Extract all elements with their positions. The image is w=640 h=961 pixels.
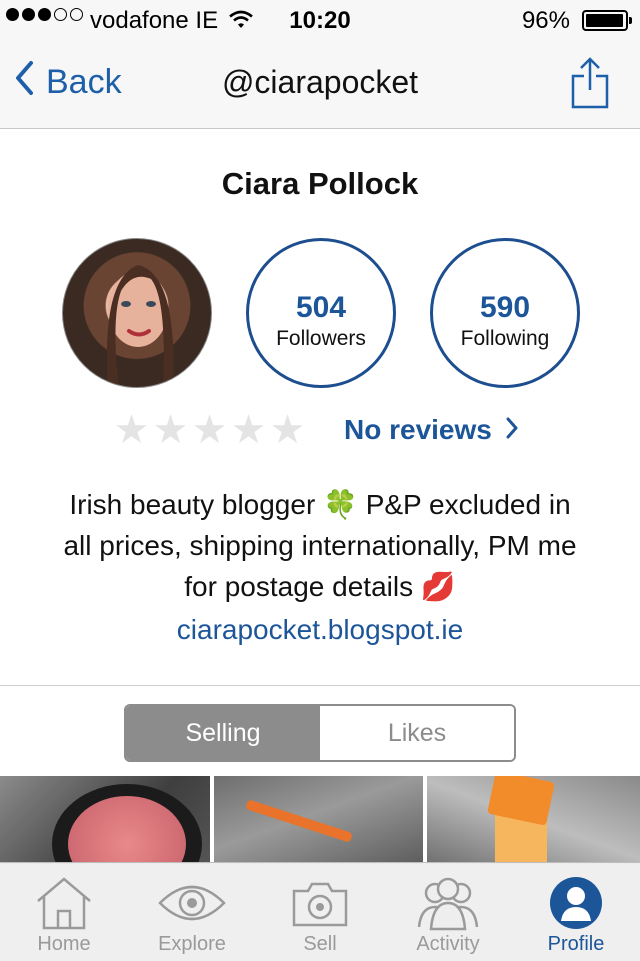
eye-icon <box>157 875 227 936</box>
profile-bio: Irish beauty blogger 🍀 P&P excluded in a… <box>30 484 610 607</box>
tab-label: Home <box>37 933 91 955</box>
tab-label: Explore <box>158 933 226 955</box>
home-icon <box>34 875 94 936</box>
star-icon: ★ <box>269 408 306 452</box>
tab-label: Sell <box>303 933 337 955</box>
page-title: @ciarapocket <box>221 64 419 100</box>
chevron-right-icon <box>506 414 518 446</box>
tab-sell[interactable]: Sell <box>256 863 384 961</box>
star-icon: ★ <box>113 408 150 452</box>
following-button[interactable]: 590 Following <box>430 238 580 388</box>
battery-percent: 96% <box>521 7 570 34</box>
tab-label: Activity <box>416 933 480 955</box>
segment-likes[interactable]: Likes <box>320 706 514 760</box>
share-button[interactable] <box>570 56 610 115</box>
rating-stars: ★ ★ ★ ★ ★ <box>112 410 307 450</box>
listing-tile[interactable] <box>213 776 424 864</box>
avatar[interactable] <box>62 238 212 388</box>
reviews-link[interactable]: No reviews <box>344 414 518 446</box>
bio-line: all prices, shipping internationally, PM… <box>63 530 577 561</box>
followers-button[interactable]: 504 Followers <box>246 238 396 388</box>
tab-explore[interactable]: Explore <box>128 863 256 961</box>
tab-home[interactable]: Home <box>0 863 128 961</box>
bio-line: Irish beauty blogger 🍀 P&P excluded in <box>69 489 571 520</box>
tab-profile[interactable]: Profile <box>512 863 640 961</box>
listing-tile[interactable] <box>0 776 210 864</box>
followers-count: 504 <box>295 291 347 324</box>
star-icon: ★ <box>230 408 267 452</box>
tab-label: Profile <box>547 933 605 955</box>
star-icon: ★ <box>152 408 189 452</box>
profile-name: Ciara Pollock <box>221 166 419 201</box>
reviews-label: No reviews <box>344 414 492 445</box>
segmented-control: Selling Likes <box>124 704 516 762</box>
segment-selling[interactable]: Selling <box>126 706 320 760</box>
share-icon <box>570 57 610 114</box>
navigation-bar: Back @ciarapocket <box>0 40 640 129</box>
listing-tile[interactable] <box>427 776 640 864</box>
following-count: 590 <box>479 291 531 324</box>
tab-bar: Home Explore Sell Activity Profile <box>0 862 640 961</box>
people-icon <box>413 875 483 936</box>
website-link[interactable]: ciarapocket.blogspot.ie <box>0 614 640 646</box>
divider <box>0 685 640 686</box>
tab-activity[interactable]: Activity <box>384 863 512 961</box>
profile-icon <box>548 875 604 936</box>
following-label: Following <box>460 327 550 350</box>
star-icon: ★ <box>191 408 228 452</box>
status-bar: vodafone IE 10:20 96% <box>0 0 640 40</box>
battery-icon <box>582 10 632 31</box>
listings-grid <box>0 776 640 864</box>
bio-line: for postage details 💋 <box>184 571 456 602</box>
followers-label: Followers <box>276 327 366 350</box>
camera-icon <box>290 875 350 936</box>
